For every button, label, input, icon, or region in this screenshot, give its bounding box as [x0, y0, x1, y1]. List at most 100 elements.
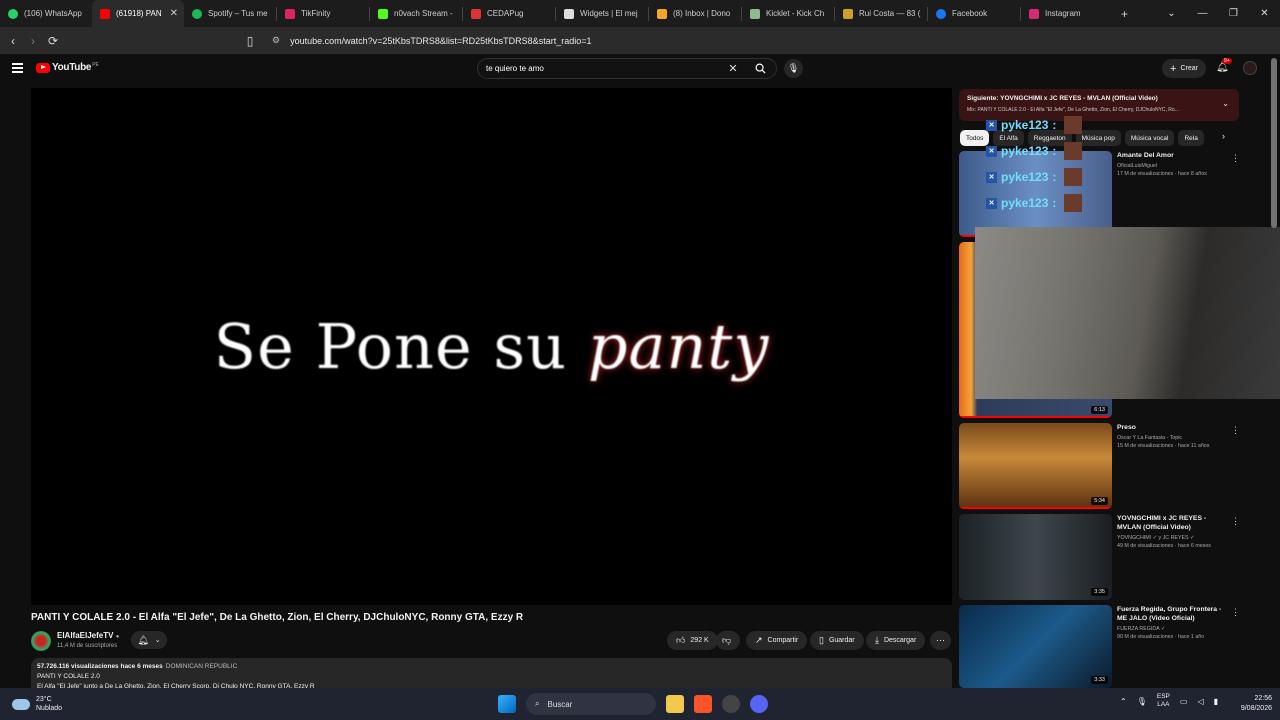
- stream-overlay-tag: ✕ pyke123:: [986, 116, 1083, 134]
- widgets-icon: [564, 8, 574, 19]
- more-vertical-icon[interactable]: ⋮: [1231, 153, 1240, 164]
- tab-widgets[interactable]: Widgets | El mej: [556, 0, 648, 27]
- search-box: ✕: [477, 58, 777, 79]
- windows-start-icon[interactable]: [498, 695, 516, 713]
- tab-ruicosta[interactable]: Rui Costa — 83 (: [835, 0, 927, 27]
- back-icon[interactable]: ‹: [3, 34, 23, 48]
- clear-search-icon[interactable]: ✕: [722, 62, 744, 75]
- tab-cedapug[interactable]: CEDAPug: [463, 0, 555, 27]
- network-icon[interactable]: ▭: [1180, 697, 1188, 706]
- create-button[interactable]: + Crear: [1162, 59, 1206, 78]
- taskbar-search[interactable]: ⌕ Buscar: [526, 693, 656, 715]
- video-thumbnail[interactable]: 3:35: [959, 514, 1112, 600]
- url-text: youtube.com/watch?v=25tKbsTDRS8&list=RD2…: [290, 35, 592, 46]
- chevron-down-icon[interactable]: ⌄: [1222, 99, 1229, 108]
- search-button[interactable]: [744, 58, 776, 79]
- search-icon: ⌕: [535, 699, 540, 708]
- discord-icon[interactable]: [750, 695, 768, 713]
- tab-youtube[interactable]: (61918) PAN ✕: [92, 0, 184, 27]
- kick-icon: ✕: [986, 145, 997, 157]
- close-window-icon[interactable]: ✕: [1249, 8, 1280, 19]
- video-player[interactable]: Se Pone su panty: [31, 88, 952, 605]
- search-icon: [755, 63, 766, 74]
- cedapug-icon: [471, 8, 481, 19]
- tab-facebook[interactable]: Facebook: [928, 0, 1020, 27]
- chip-rela[interactable]: Rela: [1178, 130, 1204, 146]
- battery-icon[interactable]: ▮: [1214, 697, 1218, 706]
- microphone-icon[interactable]: 🎙︎: [1137, 697, 1147, 706]
- more-vertical-icon[interactable]: ⋮: [1231, 516, 1240, 527]
- chip-musica-vocal[interactable]: Música vocal: [1124, 130, 1175, 146]
- youtube-logo[interactable]: YouTube PE: [36, 62, 99, 73]
- video-thumbnail[interactable]: 5:34: [959, 423, 1112, 509]
- window-controls: ⌄ — ❐ ✕: [1156, 0, 1280, 27]
- download-button[interactable]: ⤓ Descargar: [866, 631, 926, 650]
- more-actions-button[interactable]: ⋯: [930, 631, 951, 650]
- language-indicator[interactable]: ESP LAA: [1157, 693, 1170, 709]
- microphone-icon: 🎙︎: [787, 63, 800, 73]
- reload-icon[interactable]: ⟳: [43, 34, 63, 48]
- tab-spotify[interactable]: Spotify – Tus me: [184, 0, 276, 27]
- tab-list-icon[interactable]: ⌄: [1156, 8, 1187, 19]
- system-tray: ⌃ 🎙︎ ESP LAA ▭ ◁ ▮: [1120, 693, 1218, 709]
- tab-kick[interactable]: n0vach Stream -: [370, 0, 462, 27]
- like-button[interactable]: 👍︎ 292 K: [667, 631, 718, 650]
- stream-overlay-tag: ✕ pyke123:: [986, 142, 1083, 160]
- close-tab-icon[interactable]: ✕: [170, 8, 178, 19]
- video-duration: 3:33: [1091, 676, 1108, 684]
- hamburger-menu-icon[interactable]: [12, 63, 23, 73]
- tab-kicklet[interactable]: Kicklet - Kick Ch: [742, 0, 834, 27]
- search-input[interactable]: [486, 64, 722, 73]
- chevron-down-icon: ⌄: [154, 637, 161, 644]
- notifications-button[interactable]: 🔔︎ 9+: [1216, 58, 1232, 73]
- minimize-icon[interactable]: —: [1187, 8, 1218, 19]
- weather-widget[interactable]: 23°C Nublado: [12, 695, 62, 713]
- forward-icon[interactable]: ›: [23, 34, 43, 48]
- dislike-button[interactable]: 👎︎: [716, 631, 740, 650]
- volume-icon[interactable]: ◁: [1197, 697, 1203, 706]
- video-duration: 6:13: [1091, 406, 1108, 414]
- app-icon[interactable]: [722, 695, 740, 713]
- bookmark-icon[interactable]: ▯: [240, 34, 260, 48]
- more-vertical-icon[interactable]: ⋮: [1231, 607, 1240, 618]
- sidebar-scrollbar[interactable]: [1271, 58, 1277, 228]
- video-title: PANTI Y COLALE 2.0 - El Alfa "El Jefe", …: [31, 612, 524, 623]
- voice-search-button[interactable]: 🎙︎: [784, 59, 803, 78]
- subscription-bell-button[interactable]: 🔔︎ ⌄: [131, 631, 167, 649]
- ruicosta-icon: [843, 8, 853, 19]
- channel-avatar[interactable]: [31, 631, 51, 651]
- stream-overlay-tag: ✕ pyke123:: [986, 168, 1083, 186]
- browser-tab-bar: (106) WhatsApp (61918) PAN ✕ Spotify – Tu…: [0, 0, 1280, 27]
- chip-todos[interactable]: Todos: [960, 130, 990, 146]
- save-playlist-icon: ▯: [819, 635, 824, 645]
- tab-instagram[interactable]: Instagram: [1021, 0, 1113, 27]
- video-duration: 3:35: [1091, 588, 1108, 596]
- taskbar-apps: ⌕ Buscar: [498, 693, 768, 715]
- share-button[interactable]: ↗ Compartir: [746, 631, 808, 650]
- brave-browser-icon[interactable]: [694, 695, 712, 713]
- account-avatar[interactable]: [1243, 61, 1257, 75]
- channel-name[interactable]: ElAlfaElJefeTV ●: [57, 631, 119, 640]
- kick-icon: ✕: [986, 197, 997, 209]
- webcam-overlay: [975, 227, 1280, 399]
- url-field[interactable]: ⚙ youtube.com/watch?v=25tKbsTDRS8&list=R…: [272, 30, 1022, 51]
- tab-whatsapp[interactable]: (106) WhatsApp: [0, 0, 92, 27]
- plus-icon: +: [1170, 62, 1177, 75]
- system-clock[interactable]: 22:56 9/08/2026: [1226, 694, 1272, 714]
- file-explorer-icon[interactable]: [666, 695, 684, 713]
- more-vertical-icon[interactable]: ⋮: [1231, 425, 1240, 436]
- whatsapp-icon: [8, 8, 18, 19]
- video-thumbnail[interactable]: 3:33: [959, 605, 1112, 688]
- tab-inbox[interactable]: (8) Inbox | Dono: [649, 0, 741, 27]
- kick-icon: ✕: [986, 119, 997, 131]
- save-button[interactable]: ▯ Guardar: [810, 631, 864, 650]
- chip-musica-pop[interactable]: Música pop: [1075, 130, 1121, 146]
- watch-progress-bar: [959, 416, 1112, 418]
- new-tab-button[interactable]: +: [1113, 0, 1136, 27]
- windows-taskbar: 23°C Nublado ⌕ Buscar ⌃ 🎙︎ ESP LAA ▭ ◁ ▮…: [0, 688, 1280, 720]
- chevron-up-icon[interactable]: ⌃: [1120, 697, 1127, 706]
- chevron-right-icon[interactable]: ›: [1222, 131, 1225, 141]
- tab-tikfinity[interactable]: TikFinity: [277, 0, 369, 27]
- maximize-icon[interactable]: ❐: [1218, 8, 1249, 19]
- site-info-icon[interactable]: ⚙: [272, 35, 280, 46]
